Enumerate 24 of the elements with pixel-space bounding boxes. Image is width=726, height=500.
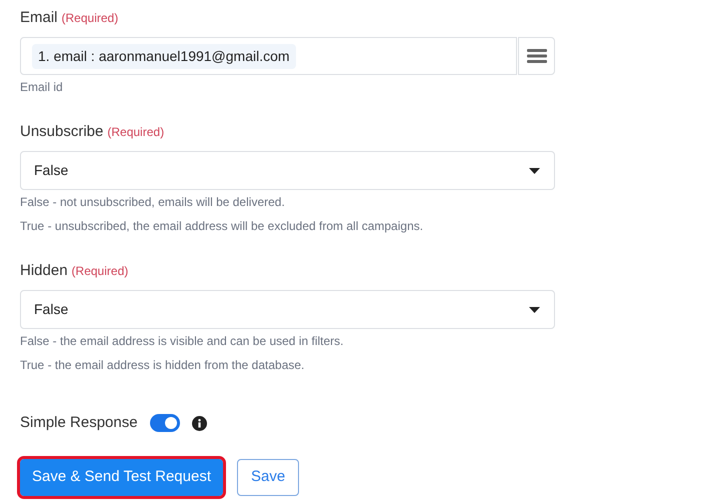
help-text: True - the email address is hidden from the database. <box>20 357 306 373</box>
required-note: (Required) <box>107 124 164 141</box>
send-test-request-button[interactable]: Save & Send Test Request <box>20 459 224 496</box>
toggle-switch[interactable] <box>150 414 180 432</box>
dropdown-caret-icon <box>529 306 540 312</box>
save-button[interactable]: Save <box>237 459 300 496</box>
field-menu-button[interactable] <box>518 37 555 75</box>
help-text: False - the email address is visible and can be used in filters. <box>20 333 344 349</box>
field-label: Unsubscribe <box>20 122 104 142</box>
required-note: (Required) <box>62 10 118 27</box>
field-label: Hidden <box>20 261 68 281</box>
help-text: Email id <box>20 79 64 95</box>
dropdown-caret-icon <box>529 168 540 174</box>
help-text: True - unsubscribed, the email address will be excluded from all campaigns. <box>20 218 424 234</box>
select-dropdown[interactable]: False <box>20 290 555 329</box>
info-icon[interactable] <box>192 416 207 430</box>
toggle-label: Simple Response <box>20 412 138 433</box>
menu-icon <box>526 48 546 64</box>
email-tag: 1. email : aaronmanuel1991@gmail.com <box>32 44 296 68</box>
select-dropdown[interactable]: False <box>20 151 555 190</box>
field-label: Email <box>20 8 58 28</box>
help-text: False - not unsubscribed, emails will be delivered. <box>20 194 286 210</box>
required-note: (Required) <box>72 263 128 280</box>
email-input-field[interactable]: 1. email : aaronmanuel1991@gmail.com <box>20 37 517 75</box>
